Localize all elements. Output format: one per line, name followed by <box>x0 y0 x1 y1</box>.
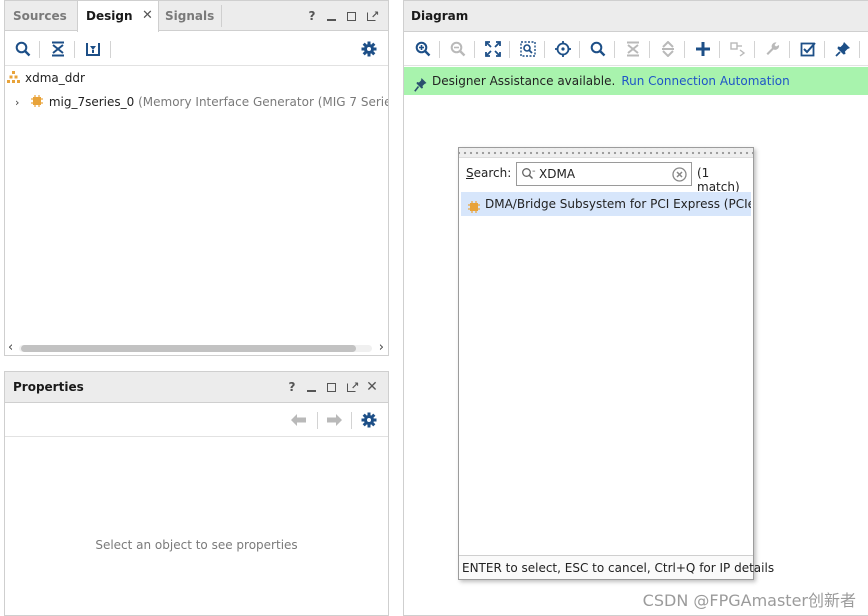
ip-search-input[interactable]: - XDMA <box>516 162 692 186</box>
design-panel-tabstrip: Sources Design ✕ Signals ? ↗ <box>5 1 388 32</box>
design-panel: Sources Design ✕ Signals ? ↗ xdma_ddr › … <box>4 0 389 356</box>
diagram-toolbar <box>404 32 868 66</box>
add-ip-search-popup: Search: - XDMA (1 match) DMA/Bridge Subs… <box>458 147 774 580</box>
help-icon[interactable]: ? <box>285 380 299 394</box>
properties-empty-message: Select an object to see properties <box>95 538 298 552</box>
search-result-item[interactable]: DMA/Bridge Subsystem for PCI Express (PC… <box>461 192 751 216</box>
collapse-all-icon[interactable] <box>48 39 68 59</box>
hierarchy-icon <box>7 68 20 90</box>
expand-all-icon[interactable] <box>658 39 678 59</box>
ip-search-value: XDMA <box>539 167 576 181</box>
hierarchy-update-icon[interactable] <box>83 39 103 59</box>
minimize-icon[interactable] <box>305 380 319 394</box>
assist-message: Designer Assistance available. <box>432 74 616 88</box>
scroll-right-icon[interactable]: › <box>379 340 384 355</box>
float-icon[interactable]: ↗ <box>365 9 379 23</box>
zoom-out-icon[interactable] <box>448 39 468 59</box>
collapse-all-icon[interactable] <box>623 39 643 59</box>
popup-help-footer: ENTER to select, ESC to cancel, Ctrl+Q f… <box>459 555 774 579</box>
add-ip-plus-icon[interactable] <box>693 39 713 59</box>
clear-search-icon[interactable] <box>672 167 687 185</box>
properties-window-controls: ? ↗ ✕ <box>285 380 385 396</box>
properties-header: Properties ? ↗ ✕ <box>5 372 388 403</box>
tree-child-name: mig_7series_0 <box>48 95 135 109</box>
diagram-title: Diagram <box>411 9 469 23</box>
pin-icon[interactable] <box>833 39 853 59</box>
search-label: Search: <box>466 166 512 180</box>
make-connection-icon[interactable] <box>728 39 748 59</box>
forward-arrow-icon[interactable] <box>324 410 344 430</box>
back-arrow-icon[interactable] <box>289 410 309 430</box>
tab-design-close-icon[interactable]: ✕ <box>142 9 153 23</box>
maximize-icon[interactable] <box>345 9 359 23</box>
maximize-icon[interactable] <box>325 380 339 394</box>
scroll-left-icon[interactable]: ‹ <box>8 340 13 355</box>
search-icon[interactable] <box>588 39 608 59</box>
popup-drag-handle[interactable] <box>459 148 753 158</box>
design-toolbar <box>5 32 388 66</box>
designer-assistance-bar: Designer Assistance available. Run Connec… <box>404 67 868 95</box>
assist-pin-icon <box>414 74 427 102</box>
search-icon[interactable] <box>13 39 33 59</box>
help-icon[interactable]: ? <box>305 9 319 23</box>
settings-gear-icon[interactable] <box>359 410 379 430</box>
search-result-label: DMA/Bridge Subsystem for PCI Express (PC… <box>485 197 751 211</box>
tree-child-description: (Memory Interface Generator (MIG 7 Serie… <box>138 95 388 109</box>
zoom-fit-icon[interactable] <box>483 39 503 59</box>
run-connection-automation-link[interactable]: Run Connection Automation <box>621 74 789 88</box>
diagram-header: Diagram <box>404 1 868 32</box>
ip-block-icon <box>30 92 43 114</box>
expand-chevron-icon[interactable]: › <box>15 92 25 113</box>
validate-design-icon[interactable] <box>798 39 818 59</box>
properties-toolbar <box>5 403 388 437</box>
tree-child-row[interactable]: › mig_7series_0 (Memory Interface Genera… <box>5 91 388 113</box>
tab-divider <box>221 5 222 27</box>
tree-root-label: xdma_ddr <box>25 71 85 85</box>
float-icon[interactable]: ↗ <box>345 380 359 394</box>
center-crosshair-icon[interactable] <box>553 39 573 59</box>
scrollbar-thumb[interactable] <box>21 345 356 352</box>
properties-panel: Properties ? ↗ ✕ Select an object to see… <box>4 371 389 616</box>
tab-signals[interactable]: Signals <box>157 1 222 31</box>
properties-title: Properties <box>13 380 84 394</box>
zoom-in-icon[interactable] <box>413 39 433 59</box>
zoom-area-icon[interactable] <box>518 39 538 59</box>
close-icon[interactable]: ✕ <box>365 380 379 394</box>
settings-gear-icon[interactable] <box>359 39 379 59</box>
ip-block-icon <box>468 197 480 216</box>
tree-root-row[interactable]: xdma_ddr <box>5 67 388 89</box>
watermark: CSDN @FPGAmaster创新者 <box>642 591 856 610</box>
tab-sources[interactable]: Sources <box>5 1 75 31</box>
properties-wrench-icon[interactable] <box>763 39 783 59</box>
minimize-icon[interactable] <box>325 9 339 23</box>
match-count: (1 match) <box>697 166 740 194</box>
design-horizontal-scrollbar[interactable]: ‹ › <box>5 340 388 356</box>
design-panel-window-controls: ? ↗ <box>305 9 385 25</box>
